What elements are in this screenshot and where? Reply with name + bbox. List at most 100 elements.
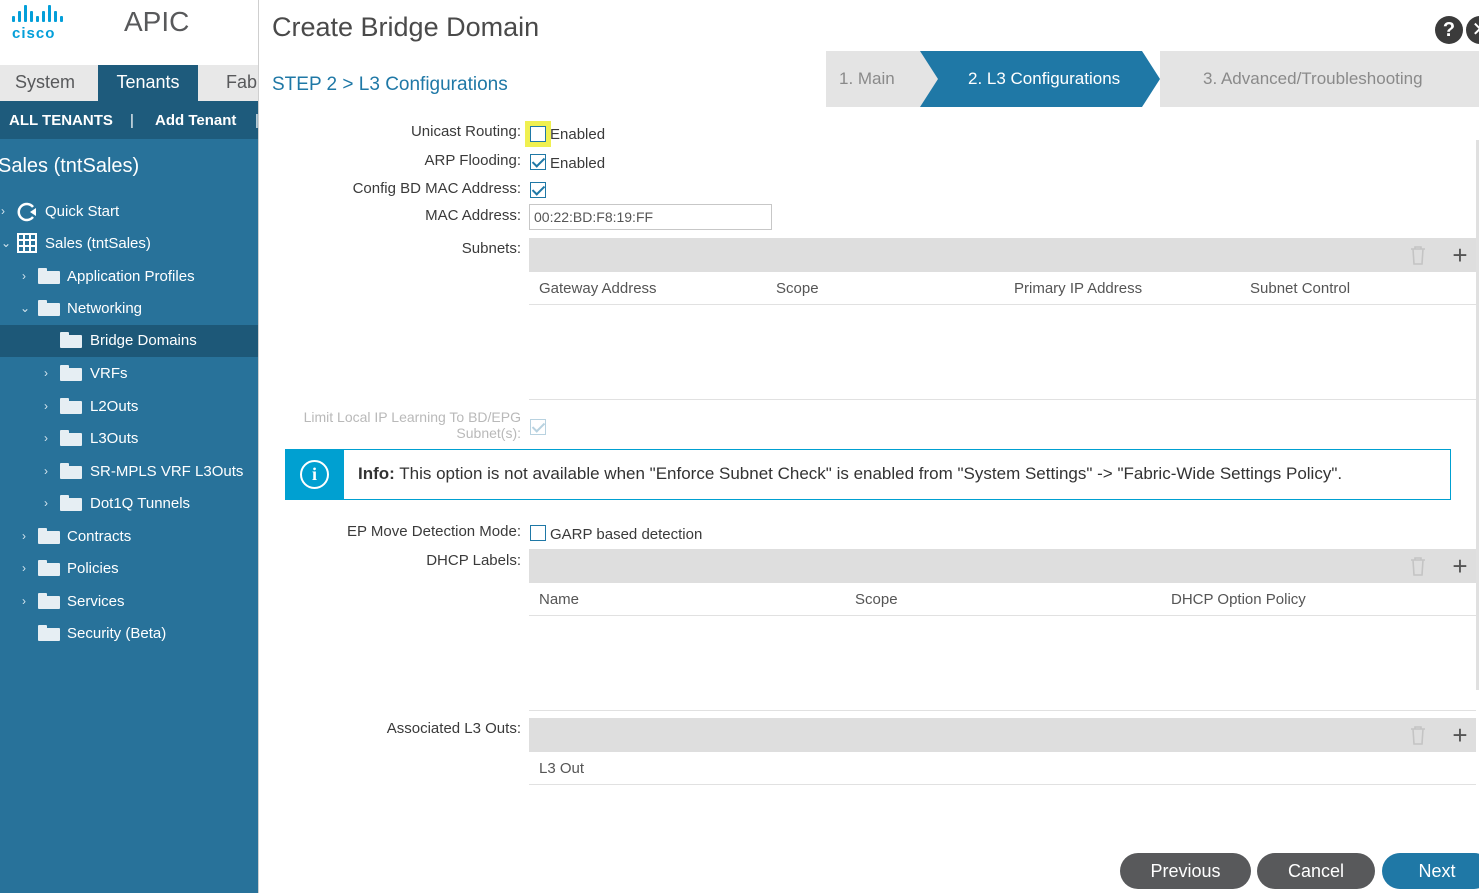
tree-item-contracts[interactable]: › Contracts <box>0 521 258 553</box>
chevron-right-icon[interactable]: › <box>22 269 32 283</box>
tree-item-security-beta[interactable]: Security (Beta) <box>0 618 258 650</box>
chevron-right-icon[interactable]: › <box>1 204 11 218</box>
tree-item-label: Contracts <box>67 528 132 545</box>
tenant-grid-icon <box>17 233 37 257</box>
dhcp-labels-label: DHCP Labels: <box>426 552 521 569</box>
limit-local-ip-label-2: Subnet(s): <box>456 425 521 441</box>
plus-icon[interactable]: + <box>1451 242 1469 268</box>
tree-item-label: VRFs <box>90 365 128 382</box>
unicast-routing-checkbox[interactable] <box>530 126 546 142</box>
info-label: Info: <box>358 464 395 483</box>
cancel-button[interactable]: Cancel <box>1257 853 1375 889</box>
folder-icon <box>38 560 60 576</box>
folder-icon <box>38 593 60 609</box>
chevron-right-icon[interactable]: › <box>44 464 54 478</box>
folder-icon <box>38 625 60 641</box>
chevron-down-icon[interactable]: ⌄ <box>20 301 30 315</box>
tree-item-tenant[interactable]: ⌄ Sales (tntSales) <box>0 228 258 260</box>
l3outs-table-toolbar: + <box>529 718 1476 752</box>
chevron-down-icon[interactable]: ⌄ <box>1 236 11 250</box>
tree-item-quick-start[interactable]: › Quick Start <box>0 196 258 228</box>
chevron-right-icon[interactable]: › <box>22 594 32 608</box>
trash-icon[interactable] <box>1409 245 1427 265</box>
plus-icon[interactable]: + <box>1451 722 1469 748</box>
chevron-right-icon[interactable]: › <box>44 366 54 380</box>
plus-icon[interactable]: + <box>1451 553 1469 579</box>
previous-button[interactable]: Previous <box>1120 853 1251 889</box>
tab-fabric[interactable]: Fabric <box>198 65 258 101</box>
column-header[interactable]: Primary IP Address <box>1014 280 1142 297</box>
subnets-table-toolbar: + <box>529 238 1476 272</box>
column-header[interactable]: Scope <box>855 591 898 608</box>
column-header[interactable]: Gateway Address <box>539 280 657 297</box>
add-tenant-link[interactable]: Add Tenant <box>155 112 236 129</box>
trash-icon[interactable] <box>1409 556 1427 576</box>
garp-detection-checkbox[interactable] <box>530 525 546 541</box>
column-header[interactable]: Subnet Control <box>1250 280 1350 297</box>
folder-icon <box>60 430 82 446</box>
folder-icon <box>38 268 60 284</box>
tree-item-policies[interactable]: › Policies <box>0 553 258 585</box>
limit-local-ip-label: Limit Local IP Learning To BD/EPG <box>303 409 521 425</box>
info-banner: i Info: This option is not available whe… <box>285 449 1451 500</box>
quick-start-icon <box>16 201 38 227</box>
wizard-step-l3-configurations[interactable]: 2. L3 Configurations <box>920 51 1160 107</box>
chevron-right-icon[interactable]: › <box>22 529 32 543</box>
tab-tenants[interactable]: Tenants <box>98 65 198 101</box>
dhcp-table-header: Name Scope DHCP Option Policy <box>529 583 1476 616</box>
info-icon-box: i <box>286 450 344 499</box>
column-header[interactable]: Scope <box>776 280 819 297</box>
tenant-subbar: ALL TENANTS | Add Tenant | <box>0 101 258 139</box>
tab-system[interactable]: System <box>0 65 98 101</box>
tree-item-networking[interactable]: ⌄ Networking <box>0 293 258 325</box>
tree-item-l3outs[interactable]: › L3Outs <box>0 423 258 455</box>
tree-item-label: Policies <box>67 560 119 577</box>
arp-flooding-label: ARP Flooding: <box>424 152 521 169</box>
trash-icon[interactable] <box>1409 725 1427 745</box>
mac-address-input[interactable] <box>529 204 772 230</box>
create-bridge-domain-dialog: Create Bridge Domain ? ✕ STEP 2 > L3 Con… <box>258 0 1479 893</box>
column-header[interactable]: DHCP Option Policy <box>1171 591 1306 608</box>
tree-item-label: SR-MPLS VRF L3Outs <box>90 463 244 480</box>
tree-item-vrfs[interactable]: › VRFs <box>0 358 258 390</box>
wizard-steps: 1. Main 3. Advanced/Troubleshooting 2. L… <box>826 51 1479 107</box>
wizard-step-advanced[interactable]: 3. Advanced/Troubleshooting <box>1160 51 1479 107</box>
tree-item-label: L3Outs <box>90 430 139 447</box>
folder-icon <box>60 398 82 414</box>
folder-icon <box>38 528 60 544</box>
tree-item-sr-mpls-vrf-l3outs[interactable]: › SR-MPLS VRF L3Outs <box>0 456 258 488</box>
tree-item-dot1q-tunnels[interactable]: › Dot1Q Tunnels <box>0 488 258 520</box>
tree-item-services[interactable]: › Services <box>0 586 258 618</box>
chevron-right-icon[interactable]: › <box>44 399 54 413</box>
apic-window: cisco APIC System Tenants Fabric ALL TEN… <box>0 0 1479 893</box>
folder-icon <box>60 332 82 348</box>
wizard-step-label: 1. Main <box>839 69 895 88</box>
limit-local-ip-checkbox <box>530 419 546 435</box>
next-button[interactable]: Next <box>1382 853 1479 889</box>
arp-flooding-checkbox[interactable] <box>530 154 546 170</box>
chevron-right-icon[interactable]: › <box>22 561 32 575</box>
dhcp-table-toolbar: + <box>529 549 1476 583</box>
config-bd-mac-checkbox[interactable] <box>530 182 546 198</box>
all-tenants-link[interactable]: ALL TENANTS <box>9 112 113 129</box>
tree-item-application-profiles[interactable]: › Application Profiles <box>0 261 258 293</box>
table-divider <box>529 710 1476 711</box>
cisco-wordmark: cisco <box>12 25 56 42</box>
column-header[interactable]: Name <box>539 591 579 608</box>
tree-item-label: Security (Beta) <box>67 625 167 642</box>
chevron-right-icon[interactable]: › <box>44 496 54 510</box>
navigation-tree: Sales (tntSales) › Quick Start ⌄ Sales (… <box>0 139 258 893</box>
tree-item-bridge-domains[interactable]: Bridge Domains <box>0 325 258 357</box>
dialog-title: Create Bridge Domain <box>272 12 540 42</box>
help-icon[interactable]: ? <box>1435 16 1463 44</box>
close-icon[interactable]: ✕ <box>1466 16 1479 44</box>
tree-item-label: L2Outs <box>90 398 139 415</box>
wizard-step-label: 3. Advanced/Troubleshooting <box>1203 69 1423 88</box>
dhcp-labels-table: + Name Scope DHCP Option Policy <box>529 549 1476 711</box>
column-header[interactable]: L3 Out <box>539 760 584 777</box>
tree-item-l2outs[interactable]: › L2Outs <box>0 391 258 423</box>
tree-item-label: Application Profiles <box>67 268 195 285</box>
chevron-right-icon[interactable]: › <box>44 431 54 445</box>
ep-move-detection-label: EP Move Detection Mode: <box>347 523 521 540</box>
mac-address-label: MAC Address: <box>425 207 521 224</box>
